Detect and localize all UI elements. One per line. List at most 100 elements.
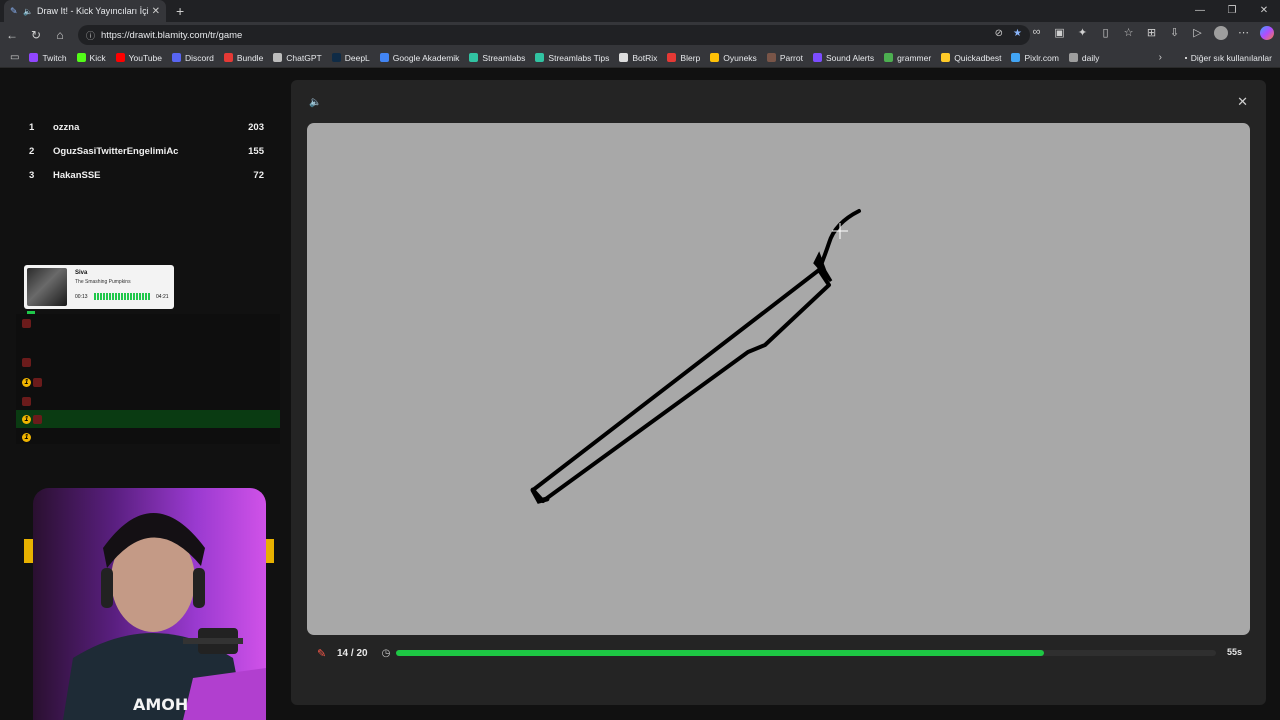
rank: 3 bbox=[29, 169, 35, 181]
site-info-icon[interactable]: ⓘ bbox=[86, 29, 95, 42]
game-modal: 🔈 ✕ ✎ 14 / 20 ◷ 55s bbox=[291, 80, 1266, 705]
player-name: OguzSasiTwitterEngelimiAc bbox=[53, 145, 179, 157]
bookmark-label: Blerp bbox=[680, 52, 701, 63]
bookmark-quickadbest[interactable]: Quickadbest bbox=[941, 53, 1001, 63]
tracking-icon[interactable]: ⊘ bbox=[995, 28, 1003, 39]
bookmark-favicon-icon bbox=[812, 53, 822, 62]
new-tab-icon[interactable]: + bbox=[176, 3, 184, 19]
folder-icon bbox=[1184, 56, 1187, 59]
chat-badge-icon bbox=[22, 396, 31, 406]
now-playing-widget: Siva The Smashing Pumpkins 00:13 04:21 bbox=[24, 265, 174, 309]
pencil-favicon-icon: ✎ bbox=[10, 6, 18, 16]
home-icon[interactable]: ⌂ bbox=[48, 28, 72, 42]
player-name: HakanSSE bbox=[53, 169, 101, 181]
tab-title: Draw It! - Kick Yayıncıları İçin Ç bbox=[36, 6, 148, 16]
bookmark-bundle[interactable]: Bundle bbox=[223, 52, 264, 63]
song-duration: 04:21 bbox=[156, 294, 169, 300]
bookmark-favicon-icon bbox=[1068, 53, 1078, 62]
bookmark-oyuneks[interactable]: Oyuneks bbox=[710, 53, 757, 63]
bookmark-youtube[interactable]: YouTube bbox=[115, 52, 163, 63]
bookmark-favicon-icon bbox=[766, 53, 776, 62]
bookmark-label: Kick bbox=[89, 52, 106, 63]
extensions-puzzle-icon[interactable]: ✦ bbox=[1075, 26, 1090, 43]
bookmark-favicon-icon bbox=[1011, 53, 1021, 62]
bookmark-discord[interactable]: Discord bbox=[172, 53, 214, 63]
bookmark-botrix[interactable]: BotRix bbox=[619, 53, 657, 63]
bookmark-blerp[interactable]: Blerp bbox=[667, 53, 700, 63]
close-window-icon[interactable]: ✕ bbox=[1248, 0, 1280, 22]
bookmark-parrot[interactable]: Parrot bbox=[766, 52, 803, 63]
chat-badge-icon bbox=[22, 357, 31, 367]
bookmark-label: Twitch bbox=[42, 52, 67, 63]
chat-line: 1 bbox=[22, 430, 33, 444]
bookmark-label: Bundle bbox=[236, 52, 264, 63]
restore-icon[interactable]: ❐ bbox=[1216, 0, 1248, 22]
time-progress-fill bbox=[396, 650, 1044, 656]
game-status-bar: ✎ 14 / 20 ◷ 55s bbox=[307, 642, 1250, 664]
song-artist: The Smashing Pumpkins bbox=[75, 279, 131, 285]
url-text[interactable]: https://drawit.blamity.com/tr/game bbox=[101, 30, 242, 41]
bookmark-label: ChatGPT bbox=[286, 52, 322, 63]
drawing-canvas[interactable] bbox=[307, 123, 1250, 635]
bookmark-streamlabs-tips[interactable]: Streamlabs Tips bbox=[535, 53, 609, 63]
url-bar[interactable]: ⓘ https://drawit.blamity.com/tr/game ⊘ ★ bbox=[78, 25, 1030, 45]
bookmark-chatgpt[interactable]: ChatGPT bbox=[273, 52, 322, 63]
more-bookmarks-chevron-icon[interactable]: › bbox=[1159, 52, 1162, 63]
favorites-icon[interactable]: ☆ bbox=[1121, 26, 1136, 43]
menu-dots-icon[interactable]: ⋯ bbox=[1236, 26, 1251, 43]
split-screen-icon[interactable]: ▯ bbox=[1098, 26, 1113, 43]
bookmark-deepl[interactable]: DeepL bbox=[331, 53, 370, 63]
bookmark-twitch[interactable]: Twitch bbox=[29, 52, 67, 63]
subscriber-badge-icon: 1 bbox=[22, 432, 31, 442]
bookmark-pixlr-com[interactable]: Pixlr.com bbox=[1011, 53, 1059, 63]
time-left: 55s bbox=[1226, 647, 1242, 657]
bookmark-label: YouTube bbox=[128, 52, 163, 63]
close-modal-icon[interactable]: ✕ bbox=[1237, 94, 1248, 110]
address-toolbar: ← ↻ ⌂ ⓘ https://drawit.blamity.com/tr/ga… bbox=[0, 22, 1280, 48]
bookmark-daily[interactable]: daily bbox=[1068, 53, 1099, 63]
apps-icon[interactable]: ▭ bbox=[10, 52, 19, 63]
bookmark-favicon-icon bbox=[884, 53, 894, 62]
audio-waveform bbox=[94, 293, 150, 300]
leaderboard-row: 3 HakanSSE 72 bbox=[20, 163, 272, 187]
bookmark-google-akademik[interactable]: Google Akademik bbox=[379, 53, 459, 63]
chat-line bbox=[22, 394, 39, 408]
bookmark-favicon-icon bbox=[76, 53, 86, 62]
extension-box-icon[interactable]: ▣ bbox=[1052, 26, 1067, 43]
send-icon[interactable]: ▷ bbox=[1190, 26, 1205, 43]
chat-badge-icon bbox=[22, 318, 31, 328]
drawing-strokes bbox=[530, 209, 861, 504]
back-icon[interactable]: ← bbox=[0, 28, 24, 42]
bookmark-sound-alerts[interactable]: Sound Alerts bbox=[812, 52, 875, 63]
speaker-icon[interactable]: 🔈 bbox=[23, 7, 33, 16]
bookmark-favicon-icon bbox=[223, 53, 233, 62]
downloads-icon[interactable]: ⇩ bbox=[1167, 26, 1182, 43]
bookmark-star-icon[interactable]: ★ bbox=[1013, 28, 1022, 39]
browser-tab-active[interactable]: ✎ 🔈 Draw It! - Kick Yayıncıları İçin Ç ✕ bbox=[4, 0, 166, 22]
collections-icon[interactable]: ⊞ bbox=[1144, 26, 1159, 43]
rank: 1 bbox=[29, 121, 35, 133]
sound-toggle-icon[interactable]: 🔈 bbox=[309, 97, 321, 108]
extension-glasses-icon[interactable]: ∞ bbox=[1029, 26, 1044, 43]
bookmark-grammer[interactable]: grammer bbox=[884, 53, 931, 63]
subscriber-badge-icon: 1 bbox=[22, 414, 31, 424]
player-name: ozzna bbox=[53, 121, 80, 133]
bookmark-favicon-icon bbox=[667, 53, 677, 62]
bookmark-favicon-icon bbox=[115, 53, 125, 62]
bookmark-favicon-icon bbox=[535, 53, 545, 62]
close-tab-icon[interactable]: ✕ bbox=[152, 6, 160, 17]
minimize-icon[interactable]: — bbox=[1184, 0, 1216, 22]
copilot-icon[interactable] bbox=[1259, 26, 1274, 43]
bookmark-label: Sound Alerts bbox=[825, 52, 875, 63]
player-score: 203 bbox=[248, 121, 264, 133]
song-elapsed: 00:13 bbox=[75, 294, 88, 300]
other-bookmarks[interactable]: Diğer sık kullanılanlar bbox=[1184, 53, 1272, 63]
bookmark-kick[interactable]: Kick bbox=[76, 52, 106, 63]
bookmark-favicon-icon bbox=[331, 53, 341, 62]
bookmark-label: Parrot bbox=[779, 52, 803, 63]
bookmark-streamlabs[interactable]: Streamlabs bbox=[469, 53, 525, 63]
reload-icon[interactable]: ↻ bbox=[24, 28, 48, 42]
player-score: 72 bbox=[253, 169, 264, 181]
chat-line: 1 bbox=[22, 412, 50, 426]
profile-avatar[interactable] bbox=[1213, 26, 1228, 43]
